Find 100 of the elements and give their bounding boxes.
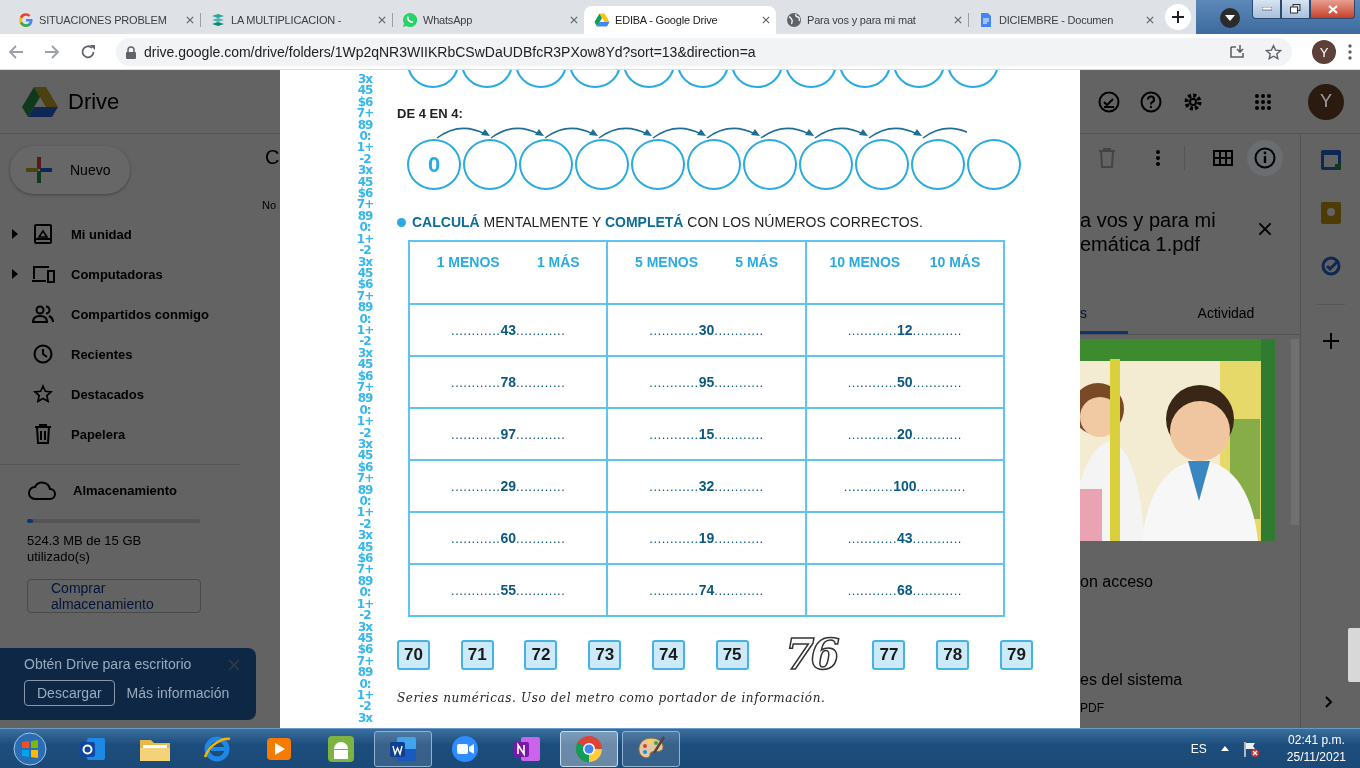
taskbar-button[interactable] xyxy=(622,730,680,767)
close-icon[interactable] xyxy=(1258,222,1272,236)
show-hidden-icon[interactable] xyxy=(1220,746,1229,751)
number-tile: 71 xyxy=(460,640,494,670)
star-icon[interactable] xyxy=(1265,43,1282,61)
download-button[interactable]: Descargar xyxy=(24,680,115,706)
column-header[interactable]: No xyxy=(262,199,277,211)
sidebar-item[interactable]: Mi unidad xyxy=(0,214,256,254)
close-icon[interactable] xyxy=(186,16,194,24)
tasks-icon[interactable] xyxy=(1320,256,1341,276)
clock[interactable]: 02:41 p.m. 25/11/2021 xyxy=(1286,731,1346,766)
number-border: 3x 45 $6 7+ 89 0: 1+ -2 xyxy=(356,165,374,257)
language-indicator[interactable]: ES xyxy=(1190,741,1207,756)
close-icon[interactable] xyxy=(762,16,770,24)
star-icon xyxy=(33,384,53,404)
table-cell: ............43............ xyxy=(409,304,608,356)
word-app-icon[interactable] xyxy=(389,735,417,762)
forward-icon[interactable] xyxy=(44,44,60,60)
number-circle: 0 xyxy=(407,139,461,190)
globe-icon xyxy=(786,12,802,28)
expand-arrow-icon[interactable] xyxy=(12,229,18,239)
browser-tab[interactable]: SITUACIONES PROBLEM xyxy=(8,6,200,34)
apps-grid-icon[interactable] xyxy=(1254,92,1272,111)
chevron-icon[interactable] xyxy=(1325,696,1333,708)
drive-folder-icon xyxy=(33,224,53,244)
scrollbar-thumb[interactable] xyxy=(1348,628,1360,682)
blank-circle[interactable] xyxy=(855,139,909,190)
grid-view-icon[interactable] xyxy=(1213,150,1233,166)
sidebar-item[interactable]: Computadoras xyxy=(0,254,256,294)
blank-circle[interactable] xyxy=(911,139,965,190)
tab-search-button[interactable] xyxy=(1220,8,1240,28)
install-icon[interactable] xyxy=(1229,44,1245,60)
blank-circle[interactable] xyxy=(799,139,853,190)
mail-app-icon[interactable] xyxy=(79,735,107,762)
close-icon[interactable] xyxy=(954,16,962,24)
more-icon[interactable] xyxy=(1156,150,1160,166)
panel-tab[interactable]: Actividad xyxy=(1186,294,1266,334)
browser-tab[interactable]: DICIEMBRE - Documen xyxy=(968,6,1160,34)
table-cell: ............78............ xyxy=(409,356,608,408)
clock-icon xyxy=(33,344,53,364)
taskbar-button[interactable] xyxy=(374,730,432,767)
help-icon[interactable] xyxy=(1140,90,1162,113)
blank-circle[interactable] xyxy=(463,139,517,190)
back-icon[interactable] xyxy=(8,44,24,60)
caption: Series numéricas. Uso del metro como portador de información. xyxy=(397,691,827,705)
sidebar-item[interactable]: Recientes xyxy=(0,334,256,374)
flag-icon[interactable] xyxy=(1242,740,1259,757)
more-info-link[interactable]: Más información xyxy=(126,685,230,701)
blank-circle[interactable] xyxy=(967,139,1021,190)
taskbar-button[interactable] xyxy=(560,730,618,767)
close-icon[interactable] xyxy=(378,16,386,24)
series-label: DE 4 EN 4: xyxy=(397,106,464,122)
close-icon[interactable] xyxy=(570,16,578,24)
calendar-icon[interactable] xyxy=(1320,150,1341,170)
sidebar-item[interactable]: Destacados xyxy=(0,374,256,414)
start-button[interactable] xyxy=(10,730,50,767)
number-tile: 79 xyxy=(999,640,1033,670)
restore-button[interactable] xyxy=(1281,0,1310,19)
close-window-button[interactable] xyxy=(1310,0,1355,19)
close-icon[interactable] xyxy=(1146,16,1154,24)
blank-circle[interactable] xyxy=(575,139,629,190)
drive-logo-icon[interactable] xyxy=(22,85,58,118)
browser-tab[interactable]: LA MULTIPLICACION - xyxy=(200,6,392,34)
reload-icon[interactable] xyxy=(80,44,96,60)
browser-tab[interactable]: EDIBA - Google Drive xyxy=(584,6,776,34)
caret-icon xyxy=(1225,15,1235,21)
add-icon[interactable] xyxy=(1322,333,1339,349)
account-avatar[interactable]: Y xyxy=(1308,83,1344,120)
time-text: 02:41 p.m. xyxy=(1288,731,1345,749)
blank-circle[interactable] xyxy=(743,139,797,190)
video-app-icon[interactable] xyxy=(451,734,479,763)
browser-app-icon[interactable] xyxy=(203,734,231,763)
blank-circle[interactable] xyxy=(687,139,741,190)
restore-icon xyxy=(1290,4,1301,14)
new-button[interactable]: Nuevo xyxy=(10,146,130,194)
profile-avatar[interactable]: Y xyxy=(1312,40,1336,64)
new-tab-button[interactable] xyxy=(1165,4,1191,30)
sidebar-item[interactable]: Papelera xyxy=(0,414,256,454)
storage-label: Almacenamiento xyxy=(73,482,178,498)
notebook-app-icon[interactable] xyxy=(513,735,541,762)
sidebar-item[interactable]: Compartidos conmigo xyxy=(0,294,256,334)
blank-circle[interactable] xyxy=(519,139,573,190)
browser-tab[interactable]: Para vos y para mi mat xyxy=(776,6,968,34)
browser-tab[interactable]: WhatsApp xyxy=(392,6,584,34)
lock-icon[interactable] xyxy=(126,45,136,59)
blank-circle[interactable] xyxy=(631,139,685,190)
chrome-icon[interactable] xyxy=(575,734,603,763)
expand-arrow-icon[interactable] xyxy=(12,269,18,279)
minimize-button[interactable] xyxy=(1252,0,1281,19)
check-circle-icon[interactable] xyxy=(1098,90,1120,113)
decorated-number: 76 xyxy=(784,635,839,675)
scrollbar[interactable] xyxy=(1291,339,1299,525)
number-border: 3x 45 $6 7+ 89 0: 1+ -2 xyxy=(356,439,374,531)
address-field[interactable]: drive.google.com/drive/folders/1Wp2qNR3WIIKRbCSwDaUDBfcR3PXow8Yd?sort=13&direction=a xyxy=(116,38,1292,66)
table-cell: ............55............ xyxy=(409,564,608,616)
menu-icon[interactable] xyxy=(1348,44,1352,60)
android-app-icon[interactable] xyxy=(327,734,355,763)
media-player-icon[interactable] xyxy=(266,735,292,762)
info-button[interactable] xyxy=(1247,140,1283,176)
number-border: 3x 45 $6 7+ 89 0: 1+ -2 xyxy=(356,256,374,348)
